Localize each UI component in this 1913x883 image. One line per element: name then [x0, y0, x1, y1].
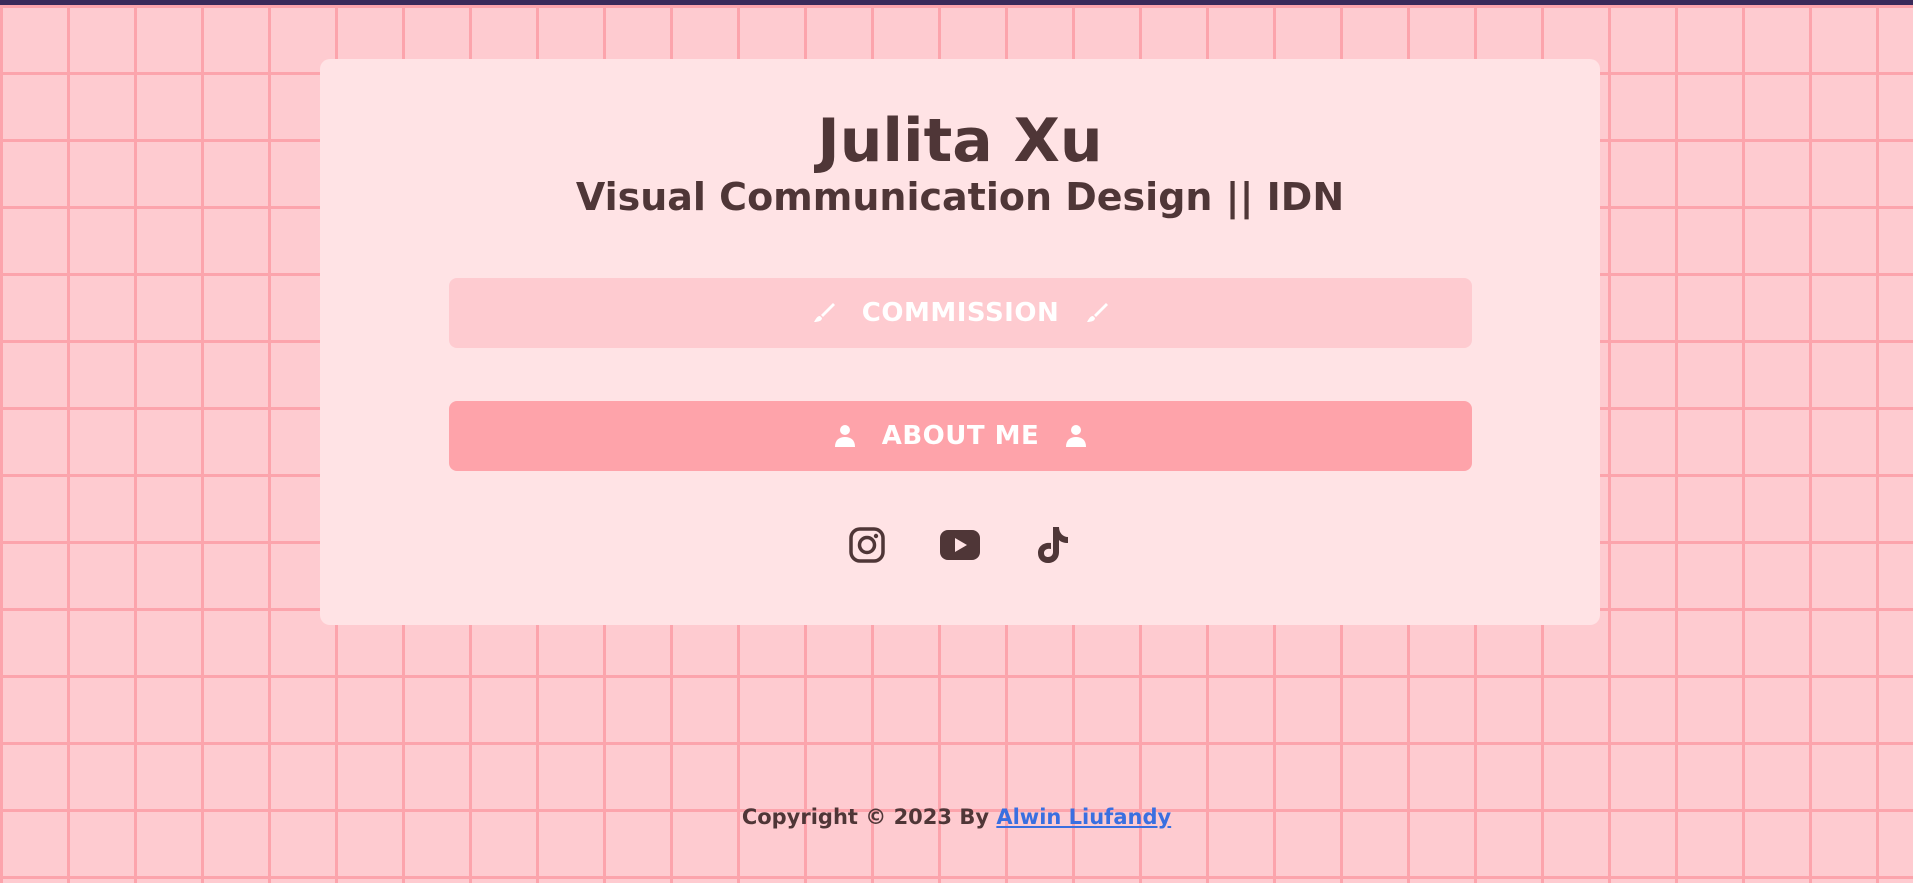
profile-tagline: Visual Communication Design || IDN — [575, 175, 1345, 219]
profile-name: Julita Xu — [817, 106, 1103, 176]
paintbrush-icon — [1085, 301, 1109, 325]
user-icon — [834, 424, 856, 448]
commission-button-label: COMMISSION — [861, 298, 1060, 328]
commission-button[interactable]: COMMISSION — [449, 278, 1472, 348]
profile-card: Julita Xu Visual Communication Design ||… — [320, 59, 1600, 625]
instagram-icon[interactable] — [846, 523, 889, 566]
tiktok-icon[interactable] — [1032, 523, 1075, 566]
about-me-button-label: ABOUT ME — [881, 421, 1040, 451]
youtube-icon[interactable] — [939, 523, 982, 566]
top-bar — [0, 0, 1913, 5]
about-me-button[interactable]: ABOUT ME — [449, 401, 1472, 471]
footer: Copyright © 2023 By Alwin Liufandy — [0, 805, 1913, 829]
copyright-text: Copyright © 2023 By — [741, 805, 997, 829]
author-link[interactable]: Alwin Liufandy — [996, 805, 1171, 829]
paintbrush-icon — [812, 301, 836, 325]
user-icon — [1065, 424, 1087, 448]
social-links — [320, 523, 1600, 566]
